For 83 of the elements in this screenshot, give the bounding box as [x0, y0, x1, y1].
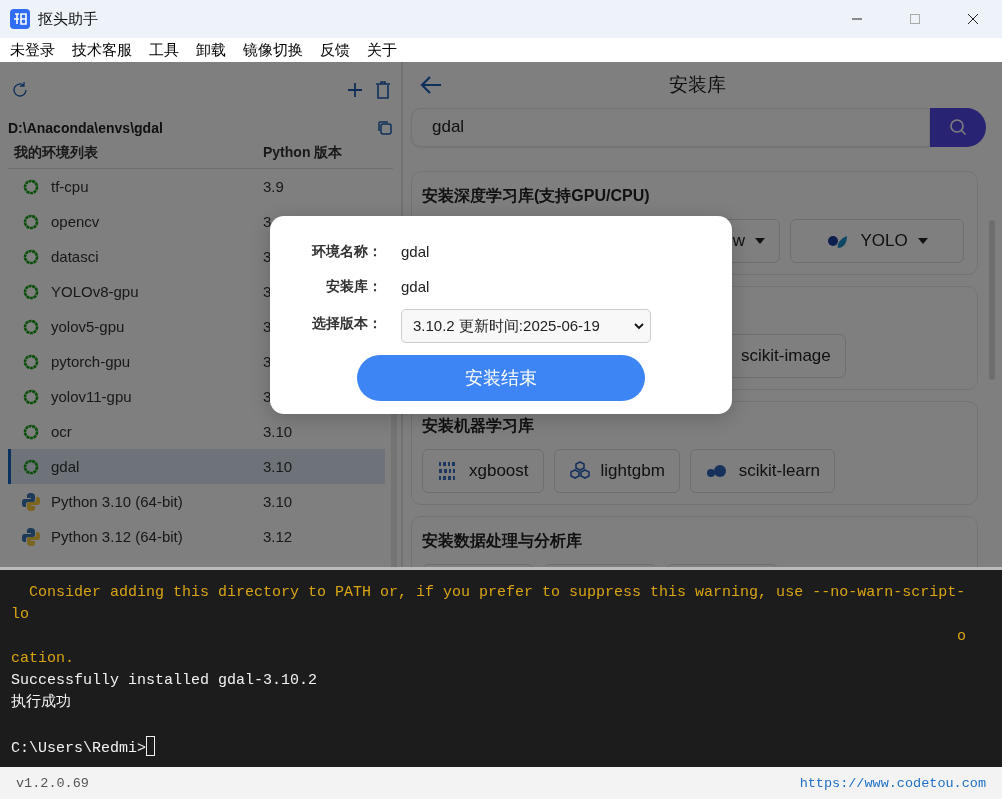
- ring-icon: [23, 283, 39, 300]
- field-label: 环境名称：: [310, 242, 382, 261]
- install-finished-button[interactable]: 安装结束: [357, 355, 645, 401]
- close-icon: [967, 13, 979, 25]
- python-version: 3.10: [263, 458, 293, 475]
- version-label: v1.2.0.69: [16, 775, 89, 791]
- library-button[interactable]: scikit-learn: [689, 449, 836, 494]
- text-cursor: [146, 736, 156, 756]
- python-icon: [21, 491, 41, 512]
- field-value: gdal: [401, 243, 430, 260]
- add-icon[interactable]: [347, 82, 363, 98]
- environment-name: ocr: [51, 423, 73, 440]
- section-title: 安装深度学习库(支持GPU/CPU): [422, 187, 650, 205]
- ring-icon: [23, 388, 39, 405]
- library-button[interactable]: YOLO: [790, 219, 964, 264]
- terminal-line: cation.: [11, 649, 74, 669]
- search-icon: [949, 118, 967, 137]
- environment-row[interactable]: tf-cpu 3.9: [8, 169, 385, 204]
- python-icon: [21, 526, 41, 547]
- terminal-line: Successfully installed gdal-3.10.2: [11, 671, 318, 691]
- cubes-icon: [568, 461, 591, 482]
- column-header: 我的环境列表: [13, 144, 99, 162]
- environment-name: yolov5-gpu: [51, 318, 126, 335]
- ring-icon: [23, 318, 39, 335]
- page-title: 安装库: [668, 72, 727, 97]
- window-title: 抠头助手: [38, 9, 99, 29]
- python-version: 3: [263, 213, 272, 230]
- search-button[interactable]: [930, 107, 986, 148]
- terminal-line: lo: [11, 605, 29, 625]
- environment-name: opencv: [51, 213, 101, 230]
- section-title: 安装数据处理与分析库: [422, 532, 582, 550]
- python-version: 3.10: [263, 423, 293, 440]
- field-value: gdal: [401, 278, 430, 295]
- menu-item[interactable]: 关于: [367, 40, 397, 60]
- blob-icon: [704, 463, 729, 480]
- back-arrow-icon[interactable]: [419, 74, 443, 95]
- python-version: 3.12: [263, 528, 293, 545]
- terminal-line: 执行成功: [11, 692, 71, 713]
- environment-row[interactable]: ocr 3.10: [8, 414, 385, 449]
- menu-item[interactable]: 技术客服: [72, 40, 132, 60]
- menu-item[interactable]: 未登录: [10, 40, 55, 60]
- python-version: 3.9: [263, 178, 284, 195]
- ring-icon: [23, 423, 39, 440]
- ring-icon: [23, 458, 39, 475]
- menu-item[interactable]: 镜像切换: [243, 40, 303, 60]
- column-header: Python 版本: [263, 144, 343, 162]
- environment-name: pytorch-gpu: [51, 353, 132, 370]
- environment-name: tf-cpu: [51, 178, 90, 195]
- terminal-line: o: [957, 627, 966, 647]
- menu-item[interactable]: 卸载: [196, 40, 226, 60]
- python-version: 3.10: [263, 493, 293, 510]
- environment-path: D:\Anaconda\envs\gdal: [8, 120, 163, 136]
- environment-name: datasci: [51, 248, 100, 265]
- ring-icon: [23, 213, 39, 230]
- environment-name: YOLOv8-gpu: [51, 283, 140, 300]
- trash-icon[interactable]: [375, 80, 391, 100]
- app-logo-icon: [10, 9, 30, 29]
- version-dropdown[interactable]: 3.10.2 更新时间:2025-06-19: [401, 309, 651, 343]
- menu-item[interactable]: 工具: [149, 40, 179, 60]
- environment-name: yolov11-gpu: [51, 388, 133, 405]
- chevron-icon: [634, 322, 644, 330]
- section-title: 安装机器学习库: [422, 417, 534, 435]
- environment-name: gdal: [51, 458, 81, 475]
- ring-icon: [23, 178, 39, 195]
- menu-item[interactable]: 反馈: [320, 40, 350, 60]
- terminal-line: C:\Users\Redmi>: [11, 739, 147, 759]
- search-field[interactable]: gdal: [411, 107, 930, 148]
- terminal-line: Consider adding this directory to PATH or, if you prefer to suppress this warning, use --no-warn-script-: [28, 583, 966, 603]
- library-button[interactable]: lightgbm: [553, 449, 680, 494]
- environment-name: Python 3.12 (64-bit): [51, 528, 184, 545]
- ring-icon: [23, 353, 39, 370]
- library-button[interactable]: xgboost: [422, 449, 544, 494]
- environment-row[interactable]: Python 3.10 (64-bit) 3.10: [8, 484, 385, 519]
- field-label: 选择版本：: [311, 314, 382, 333]
- environment-row[interactable]: gdal 3.10: [8, 449, 385, 484]
- copy-icon[interactable]: [377, 120, 393, 136]
- ring-icon: [23, 248, 39, 265]
- refresh-icon[interactable]: [10, 80, 30, 100]
- field-label: 安装库：: [325, 277, 382, 296]
- website-link[interactable]: https://www.codetou.com: [799, 775, 986, 791]
- environment-name: Python 3.10 (64-bit): [51, 493, 184, 510]
- environment-row[interactable]: Python 3.12 (64-bit) 3.12: [8, 519, 385, 554]
- maximize-icon: [909, 13, 921, 25]
